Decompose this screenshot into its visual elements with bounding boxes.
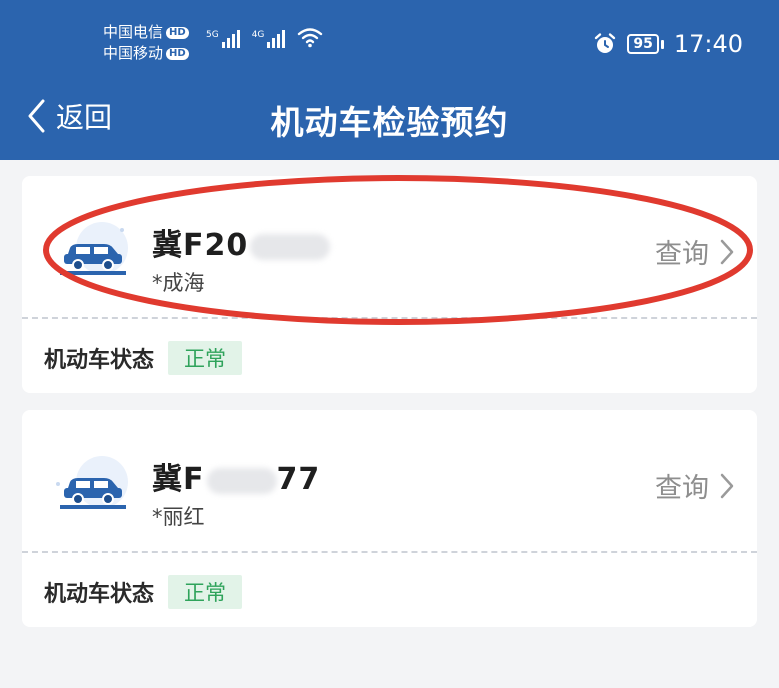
back-button[interactable]: 返回 [26, 96, 112, 136]
battery-level: 95 [627, 34, 659, 54]
plate-text: 冀F [152, 462, 205, 497]
vehicle-card[interactable]: 冀F20 *成海 查询 机动车状态 正常 [22, 176, 757, 393]
vehicle-card[interactable]: 冀F 77 *丽红 查询 机动车状态 正常 [22, 410, 757, 627]
plate-tail: 77 [276, 462, 321, 497]
chevron-left-icon [28, 99, 45, 133]
carrier-info: 中国电信 HD 中国移动 HD [103, 22, 189, 64]
query-label: 查询 [655, 473, 709, 504]
signal-icon: 5G [206, 30, 240, 48]
divider [22, 317, 757, 319]
status-badge: 正常 [168, 575, 243, 609]
status-badge: 正常 [168, 341, 243, 375]
page-title: 机动车检验预约 [270, 103, 509, 142]
status-label: 机动车状态 [44, 348, 155, 373]
vehicle-status-row: 机动车状态 正常 [44, 575, 243, 609]
plate-number: 冀F20 [152, 220, 331, 264]
vehicle-card-header[interactable]: 冀F 77 *丽红 查询 [22, 410, 757, 551]
signal-indicators: 5G 4G [206, 26, 323, 48]
owner-name: *成海 [152, 271, 205, 295]
carrier-1-label: 中国电信 [103, 23, 164, 41]
plate-number: 冀F 77 [152, 454, 320, 498]
carrier-2-label: 中国移动 [103, 44, 164, 62]
vehicle-card-header[interactable]: 冀F20 *成海 查询 [22, 176, 757, 317]
header-bar: 中国电信 HD 中国移动 HD 5G 4G 95 17:40 机动车检验预约 返… [0, 0, 779, 160]
status-label: 机动车状态 [44, 582, 155, 607]
plate-blur [250, 233, 331, 260]
query-label: 查询 [655, 239, 709, 270]
signal-type-label: 5G [206, 30, 219, 40]
chevron-right-icon [720, 239, 734, 264]
wifi-icon [298, 28, 323, 48]
query-button[interactable]: 查询 [655, 466, 735, 505]
owner-name: *丽红 [152, 505, 205, 529]
divider [22, 551, 757, 553]
back-label: 返回 [56, 101, 113, 134]
signal-type-label: 4G [251, 30, 265, 40]
car-icon [56, 456, 128, 509]
hd-badge: HD [166, 47, 189, 60]
hd-badge: HD [166, 26, 189, 39]
car-icon [60, 222, 128, 275]
vehicle-status-row: 机动车状态 正常 [44, 341, 243, 375]
signal-icon: 4G [252, 30, 286, 48]
plate-blur [206, 467, 277, 494]
status-right: 95 17:40 [593, 30, 743, 58]
status-time: 17:40 [673, 30, 743, 58]
battery-icon: 95 [627, 34, 664, 54]
query-button[interactable]: 查询 [655, 232, 735, 271]
alarm-icon [595, 33, 616, 53]
chevron-right-icon [720, 473, 734, 498]
plate-text: 冀F20 [152, 228, 249, 263]
